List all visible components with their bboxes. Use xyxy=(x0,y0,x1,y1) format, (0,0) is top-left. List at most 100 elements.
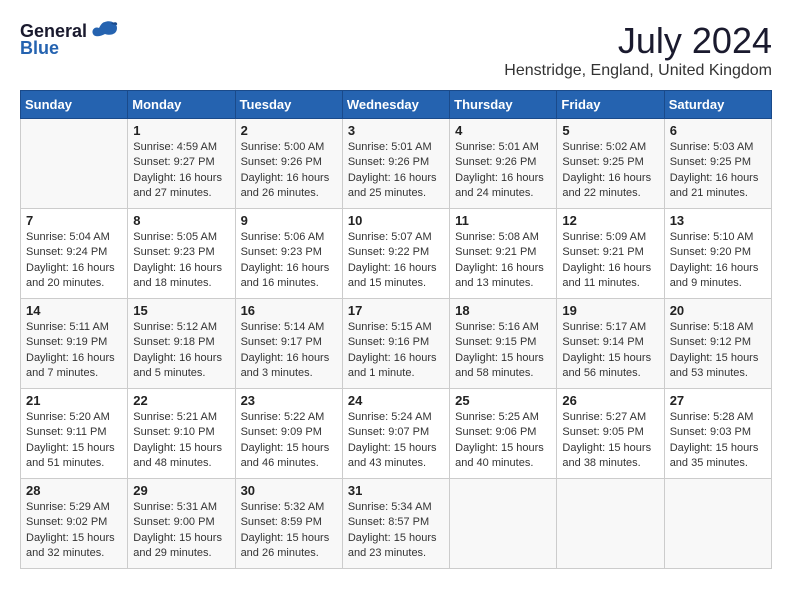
day-number: 17 xyxy=(348,303,444,318)
day-number: 4 xyxy=(455,123,551,138)
day-number: 31 xyxy=(348,483,444,498)
calendar-cell: 15 Sunrise: 5:12 AM Sunset: 9:18 PM Dayli… xyxy=(128,299,235,389)
day-number: 12 xyxy=(562,213,658,228)
week-row-5: 28Sunrise: 5:29 AM Sunset: 9:02 PM Dayli… xyxy=(21,479,772,569)
page-header: General Blue July 2024 Henstridge, Engla… xyxy=(20,20,772,80)
weekday-header-tuesday: Tuesday xyxy=(235,91,342,119)
calendar-cell: 12Sunrise: 5:09 AM Sunset: 9:21 PM Dayli… xyxy=(557,209,664,299)
weekday-header-wednesday: Wednesday xyxy=(342,91,449,119)
calendar-cell: 8 Sunrise: 5:05 AM Sunset: 9:23 PM Daylig… xyxy=(128,209,235,299)
day-info: Sunrise: 5:11 AM Sunset: 9:19 PM Dayligh… xyxy=(26,320,122,382)
weekday-header-thursday: Thursday xyxy=(450,91,557,119)
calendar-cell: 3Sunrise: 5:01 AM Sunset: 9:26 PM Daylig… xyxy=(342,119,449,209)
day-number: 29 xyxy=(133,483,229,498)
calendar-cell: 28Sunrise: 5:29 AM Sunset: 9:02 PM Dayli… xyxy=(21,479,128,569)
day-number: 26 xyxy=(562,393,658,408)
day-number: 27 xyxy=(670,393,766,408)
day-number: 25 xyxy=(455,393,551,408)
day-info: Sunrise: 5:12 AM Sunset: 9:18 PM Dayligh… xyxy=(133,320,229,382)
day-info: Sunrise: 5:05 AM Sunset: 9:23 PM Dayligh… xyxy=(133,230,229,292)
day-info: Sunrise: 5:21 AM Sunset: 9:10 PM Dayligh… xyxy=(133,410,229,472)
day-info: Sunrise: 5:04 AM Sunset: 9:24 PM Dayligh… xyxy=(26,230,122,292)
logo-blue-text: Blue xyxy=(20,38,59,59)
calendar-cell: 29 Sunrise: 5:31 AM Sunset: 9:00 PM Dayli… xyxy=(128,479,235,569)
calendar-cell: 30 Sunrise: 5:32 AM Sunset: 8:59 PM Dayli… xyxy=(235,479,342,569)
day-number: 10 xyxy=(348,213,444,228)
calendar-cell: 13Sunrise: 5:10 AM Sunset: 9:20 PM Dayli… xyxy=(664,209,771,299)
calendar-cell: 17 Sunrise: 5:15 AM Sunset: 9:16 PM Dayli… xyxy=(342,299,449,389)
calendar-cell: 7 Sunrise: 5:04 AM Sunset: 9:24 PM Daylig… xyxy=(21,209,128,299)
day-number: 2 xyxy=(241,123,337,138)
day-number: 1 xyxy=(133,123,229,138)
day-number: 7 xyxy=(26,213,122,228)
calendar-cell: 2 Sunrise: 5:00 AM Sunset: 9:26 PM Daylig… xyxy=(235,119,342,209)
day-info: Sunrise: 5:07 AM Sunset: 9:22 PM Dayligh… xyxy=(348,230,444,292)
day-info: Sunrise: 4:59 AM Sunset: 9:27 PM Dayligh… xyxy=(133,140,229,202)
day-info: Sunrise: 5:18 AM Sunset: 9:12 PM Dayligh… xyxy=(670,320,766,382)
day-info: Sunrise: 5:28 AM Sunset: 9:03 PM Dayligh… xyxy=(670,410,766,472)
logo-bird-icon xyxy=(91,20,119,42)
calendar-cell: 22Sunrise: 5:21 AM Sunset: 9:10 PM Dayli… xyxy=(128,389,235,479)
day-info: Sunrise: 5:16 AM Sunset: 9:15 PM Dayligh… xyxy=(455,320,551,382)
calendar-cell: 19Sunrise: 5:17 AM Sunset: 9:14 PM Dayli… xyxy=(557,299,664,389)
day-number: 24 xyxy=(348,393,444,408)
day-number: 9 xyxy=(241,213,337,228)
calendar-cell: 14 Sunrise: 5:11 AM Sunset: 9:19 PM Dayli… xyxy=(21,299,128,389)
day-info: Sunrise: 5:32 AM Sunset: 8:59 PM Dayligh… xyxy=(241,500,337,562)
day-info: Sunrise: 5:22 AM Sunset: 9:09 PM Dayligh… xyxy=(241,410,337,472)
weekday-header-row: SundayMondayTuesdayWednesdayThursdayFrid… xyxy=(21,91,772,119)
calendar-cell: 16Sunrise: 5:14 AM Sunset: 9:17 PM Dayli… xyxy=(235,299,342,389)
day-number: 30 xyxy=(241,483,337,498)
day-info: Sunrise: 5:00 AM Sunset: 9:26 PM Dayligh… xyxy=(241,140,337,202)
day-info: Sunrise: 5:25 AM Sunset: 9:06 PM Dayligh… xyxy=(455,410,551,472)
calendar-cell: 23 Sunrise: 5:22 AM Sunset: 9:09 PM Dayli… xyxy=(235,389,342,479)
weekday-header-saturday: Saturday xyxy=(664,91,771,119)
day-info: Sunrise: 5:02 AM Sunset: 9:25 PM Dayligh… xyxy=(562,140,658,202)
calendar-cell: 9 Sunrise: 5:06 AM Sunset: 9:23 PM Daylig… xyxy=(235,209,342,299)
calendar-cell xyxy=(664,479,771,569)
day-number: 23 xyxy=(241,393,337,408)
month-year-title: July 2024 xyxy=(504,20,772,62)
day-info: Sunrise: 5:15 AM Sunset: 9:16 PM Dayligh… xyxy=(348,320,444,382)
day-number: 16 xyxy=(241,303,337,318)
day-number: 21 xyxy=(26,393,122,408)
day-info: Sunrise: 5:29 AM Sunset: 9:02 PM Dayligh… xyxy=(26,500,122,562)
day-number: 19 xyxy=(562,303,658,318)
calendar-cell xyxy=(557,479,664,569)
calendar-cell: 18Sunrise: 5:16 AM Sunset: 9:15 PM Dayli… xyxy=(450,299,557,389)
calendar-cell xyxy=(21,119,128,209)
day-info: Sunrise: 5:34 AM Sunset: 8:57 PM Dayligh… xyxy=(348,500,444,562)
day-info: Sunrise: 5:03 AM Sunset: 9:25 PM Dayligh… xyxy=(670,140,766,202)
title-block: July 2024 Henstridge, England, United Ki… xyxy=(504,20,772,80)
day-info: Sunrise: 5:06 AM Sunset: 9:23 PM Dayligh… xyxy=(241,230,337,292)
day-number: 20 xyxy=(670,303,766,318)
calendar-cell: 6 Sunrise: 5:03 AM Sunset: 9:25 PM Daylig… xyxy=(664,119,771,209)
calendar-cell: 21 Sunrise: 5:20 AM Sunset: 9:11 PM Dayli… xyxy=(21,389,128,479)
week-row-3: 14 Sunrise: 5:11 AM Sunset: 9:19 PM Dayli… xyxy=(21,299,772,389)
calendar-cell: 27 Sunrise: 5:28 AM Sunset: 9:03 PM Dayli… xyxy=(664,389,771,479)
logo: General Blue xyxy=(20,20,119,59)
calendar-cell: 26 Sunrise: 5:27 AM Sunset: 9:05 PM Dayli… xyxy=(557,389,664,479)
day-number: 11 xyxy=(455,213,551,228)
calendar-cell: 24 Sunrise: 5:24 AM Sunset: 9:07 PM Dayli… xyxy=(342,389,449,479)
day-info: Sunrise: 5:27 AM Sunset: 9:05 PM Dayligh… xyxy=(562,410,658,472)
week-row-1: 1 Sunrise: 4:59 AM Sunset: 9:27 PM Daylig… xyxy=(21,119,772,209)
day-info: Sunrise: 5:20 AM Sunset: 9:11 PM Dayligh… xyxy=(26,410,122,472)
day-number: 8 xyxy=(133,213,229,228)
day-info: Sunrise: 5:01 AM Sunset: 9:26 PM Dayligh… xyxy=(455,140,551,202)
calendar-cell: 31 Sunrise: 5:34 AM Sunset: 8:57 PM Dayli… xyxy=(342,479,449,569)
day-number: 14 xyxy=(26,303,122,318)
day-info: Sunrise: 5:01 AM Sunset: 9:26 PM Dayligh… xyxy=(348,140,444,202)
calendar-cell: 4 Sunrise: 5:01 AM Sunset: 9:26 PM Daylig… xyxy=(450,119,557,209)
day-number: 6 xyxy=(670,123,766,138)
weekday-header-friday: Friday xyxy=(557,91,664,119)
calendar-cell: 1 Sunrise: 4:59 AM Sunset: 9:27 PM Daylig… xyxy=(128,119,235,209)
weekday-header-sunday: Sunday xyxy=(21,91,128,119)
day-number: 15 xyxy=(133,303,229,318)
day-info: Sunrise: 5:31 AM Sunset: 9:00 PM Dayligh… xyxy=(133,500,229,562)
calendar-cell: 20 Sunrise: 5:18 AM Sunset: 9:12 PM Dayli… xyxy=(664,299,771,389)
day-number: 5 xyxy=(562,123,658,138)
week-row-2: 7 Sunrise: 5:04 AM Sunset: 9:24 PM Daylig… xyxy=(21,209,772,299)
day-info: Sunrise: 5:24 AM Sunset: 9:07 PM Dayligh… xyxy=(348,410,444,472)
week-row-4: 21 Sunrise: 5:20 AM Sunset: 9:11 PM Dayli… xyxy=(21,389,772,479)
